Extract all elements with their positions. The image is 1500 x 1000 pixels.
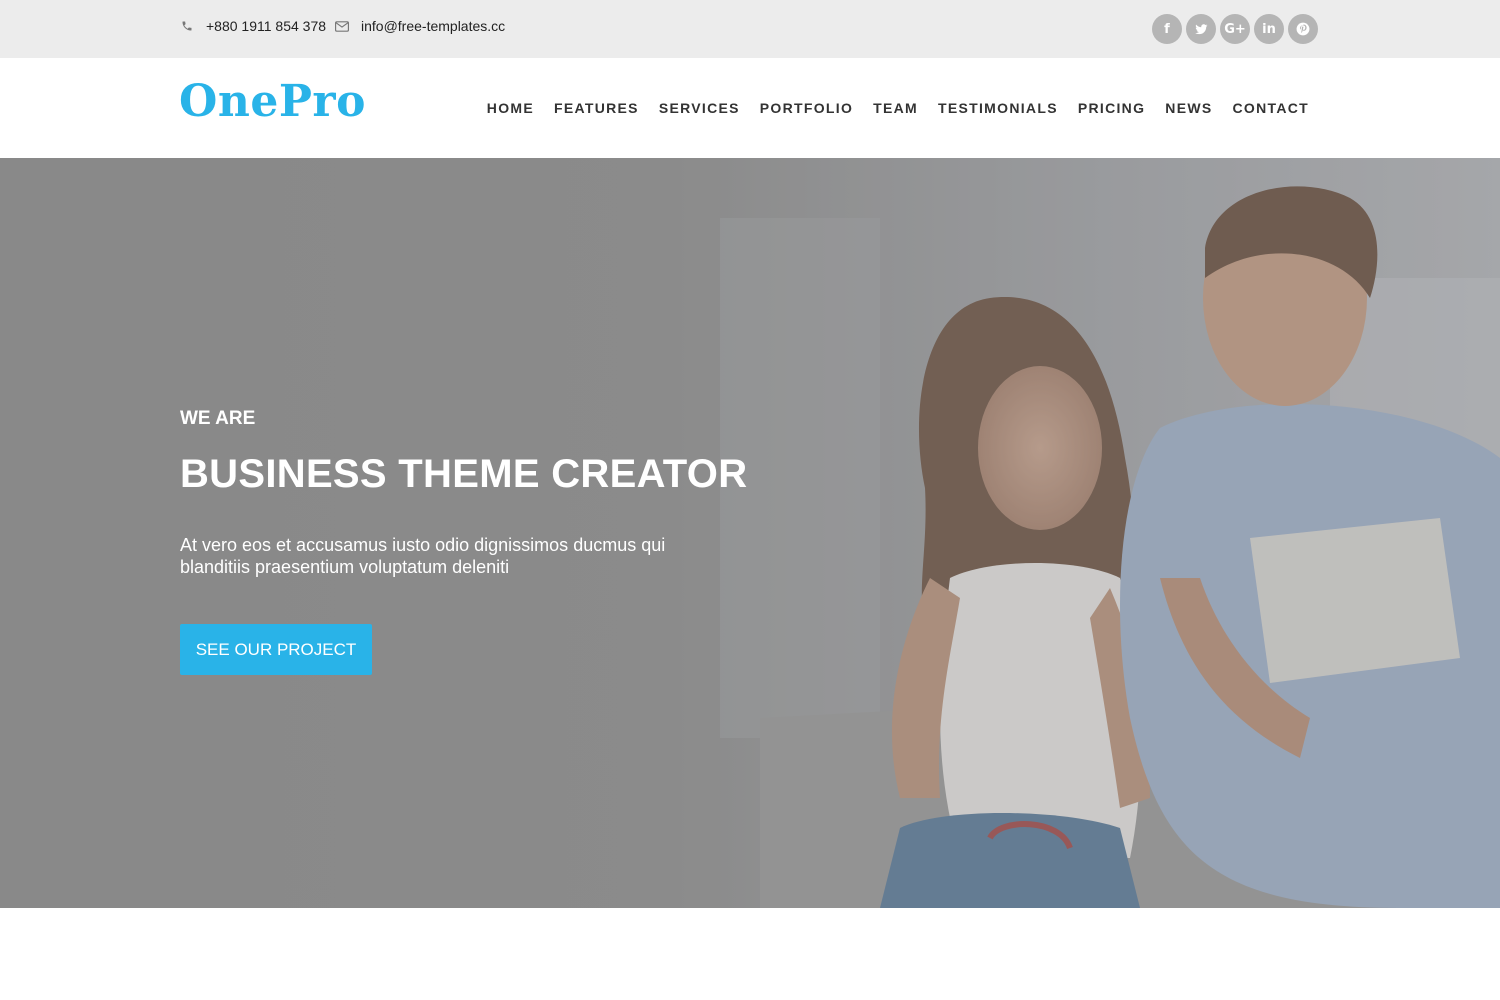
phone-number: +880 1911 854 378 [206,18,327,34]
facebook-icon[interactable]: f [1152,14,1182,44]
nav-portfolio[interactable]: PORTFOLIO [760,100,853,116]
nav-features[interactable]: FEATURES [554,100,639,116]
nav-pricing[interactable]: PRICING [1078,100,1145,116]
nav-news[interactable]: NEWS [1165,100,1212,116]
site-logo[interactable]: OnePro [179,76,366,127]
nav-contact[interactable]: CONTACT [1233,100,1310,116]
hero-section: WE ARE BUSINESS THEME CREATOR At vero eo… [0,158,1500,908]
pinterest-icon[interactable] [1288,14,1318,44]
main-nav: HOME FEATURES SERVICES PORTFOLIO TEAM TE… [467,100,1309,116]
social-links: f G+ in [1152,14,1322,44]
envelope-icon [335,19,349,33]
email-contact[interactable]: info@free-templates.cc [335,18,505,34]
nav-team[interactable]: TEAM [873,100,918,116]
phone-icon [180,19,194,33]
hero-eyebrow: WE ARE [180,408,256,429]
google-plus-icon[interactable]: G+ [1220,14,1250,44]
email-address: info@free-templates.cc [361,18,506,34]
hero-title: BUSINESS THEME CREATOR [180,452,748,496]
top-bar: +880 1911 854 378 info@free-templates.cc… [0,0,1500,58]
nav-testimonials[interactable]: TESTIMONIALS [938,100,1058,116]
phone-contact[interactable]: +880 1911 854 378 [180,18,326,34]
nav-home[interactable]: HOME [487,100,534,116]
nav-services[interactable]: SERVICES [659,100,740,116]
hero-description: At vero eos et accusamus iusto odio dign… [180,535,666,577]
hero-overlay [0,158,1500,908]
main-header: OnePro HOME FEATURES SERVICES PORTFOLIO … [0,58,1500,158]
twitter-icon[interactable] [1186,14,1216,44]
see-our-project-button[interactable]: SEE OUR PROJECT [180,624,372,675]
linkedin-icon[interactable]: in [1254,14,1284,44]
